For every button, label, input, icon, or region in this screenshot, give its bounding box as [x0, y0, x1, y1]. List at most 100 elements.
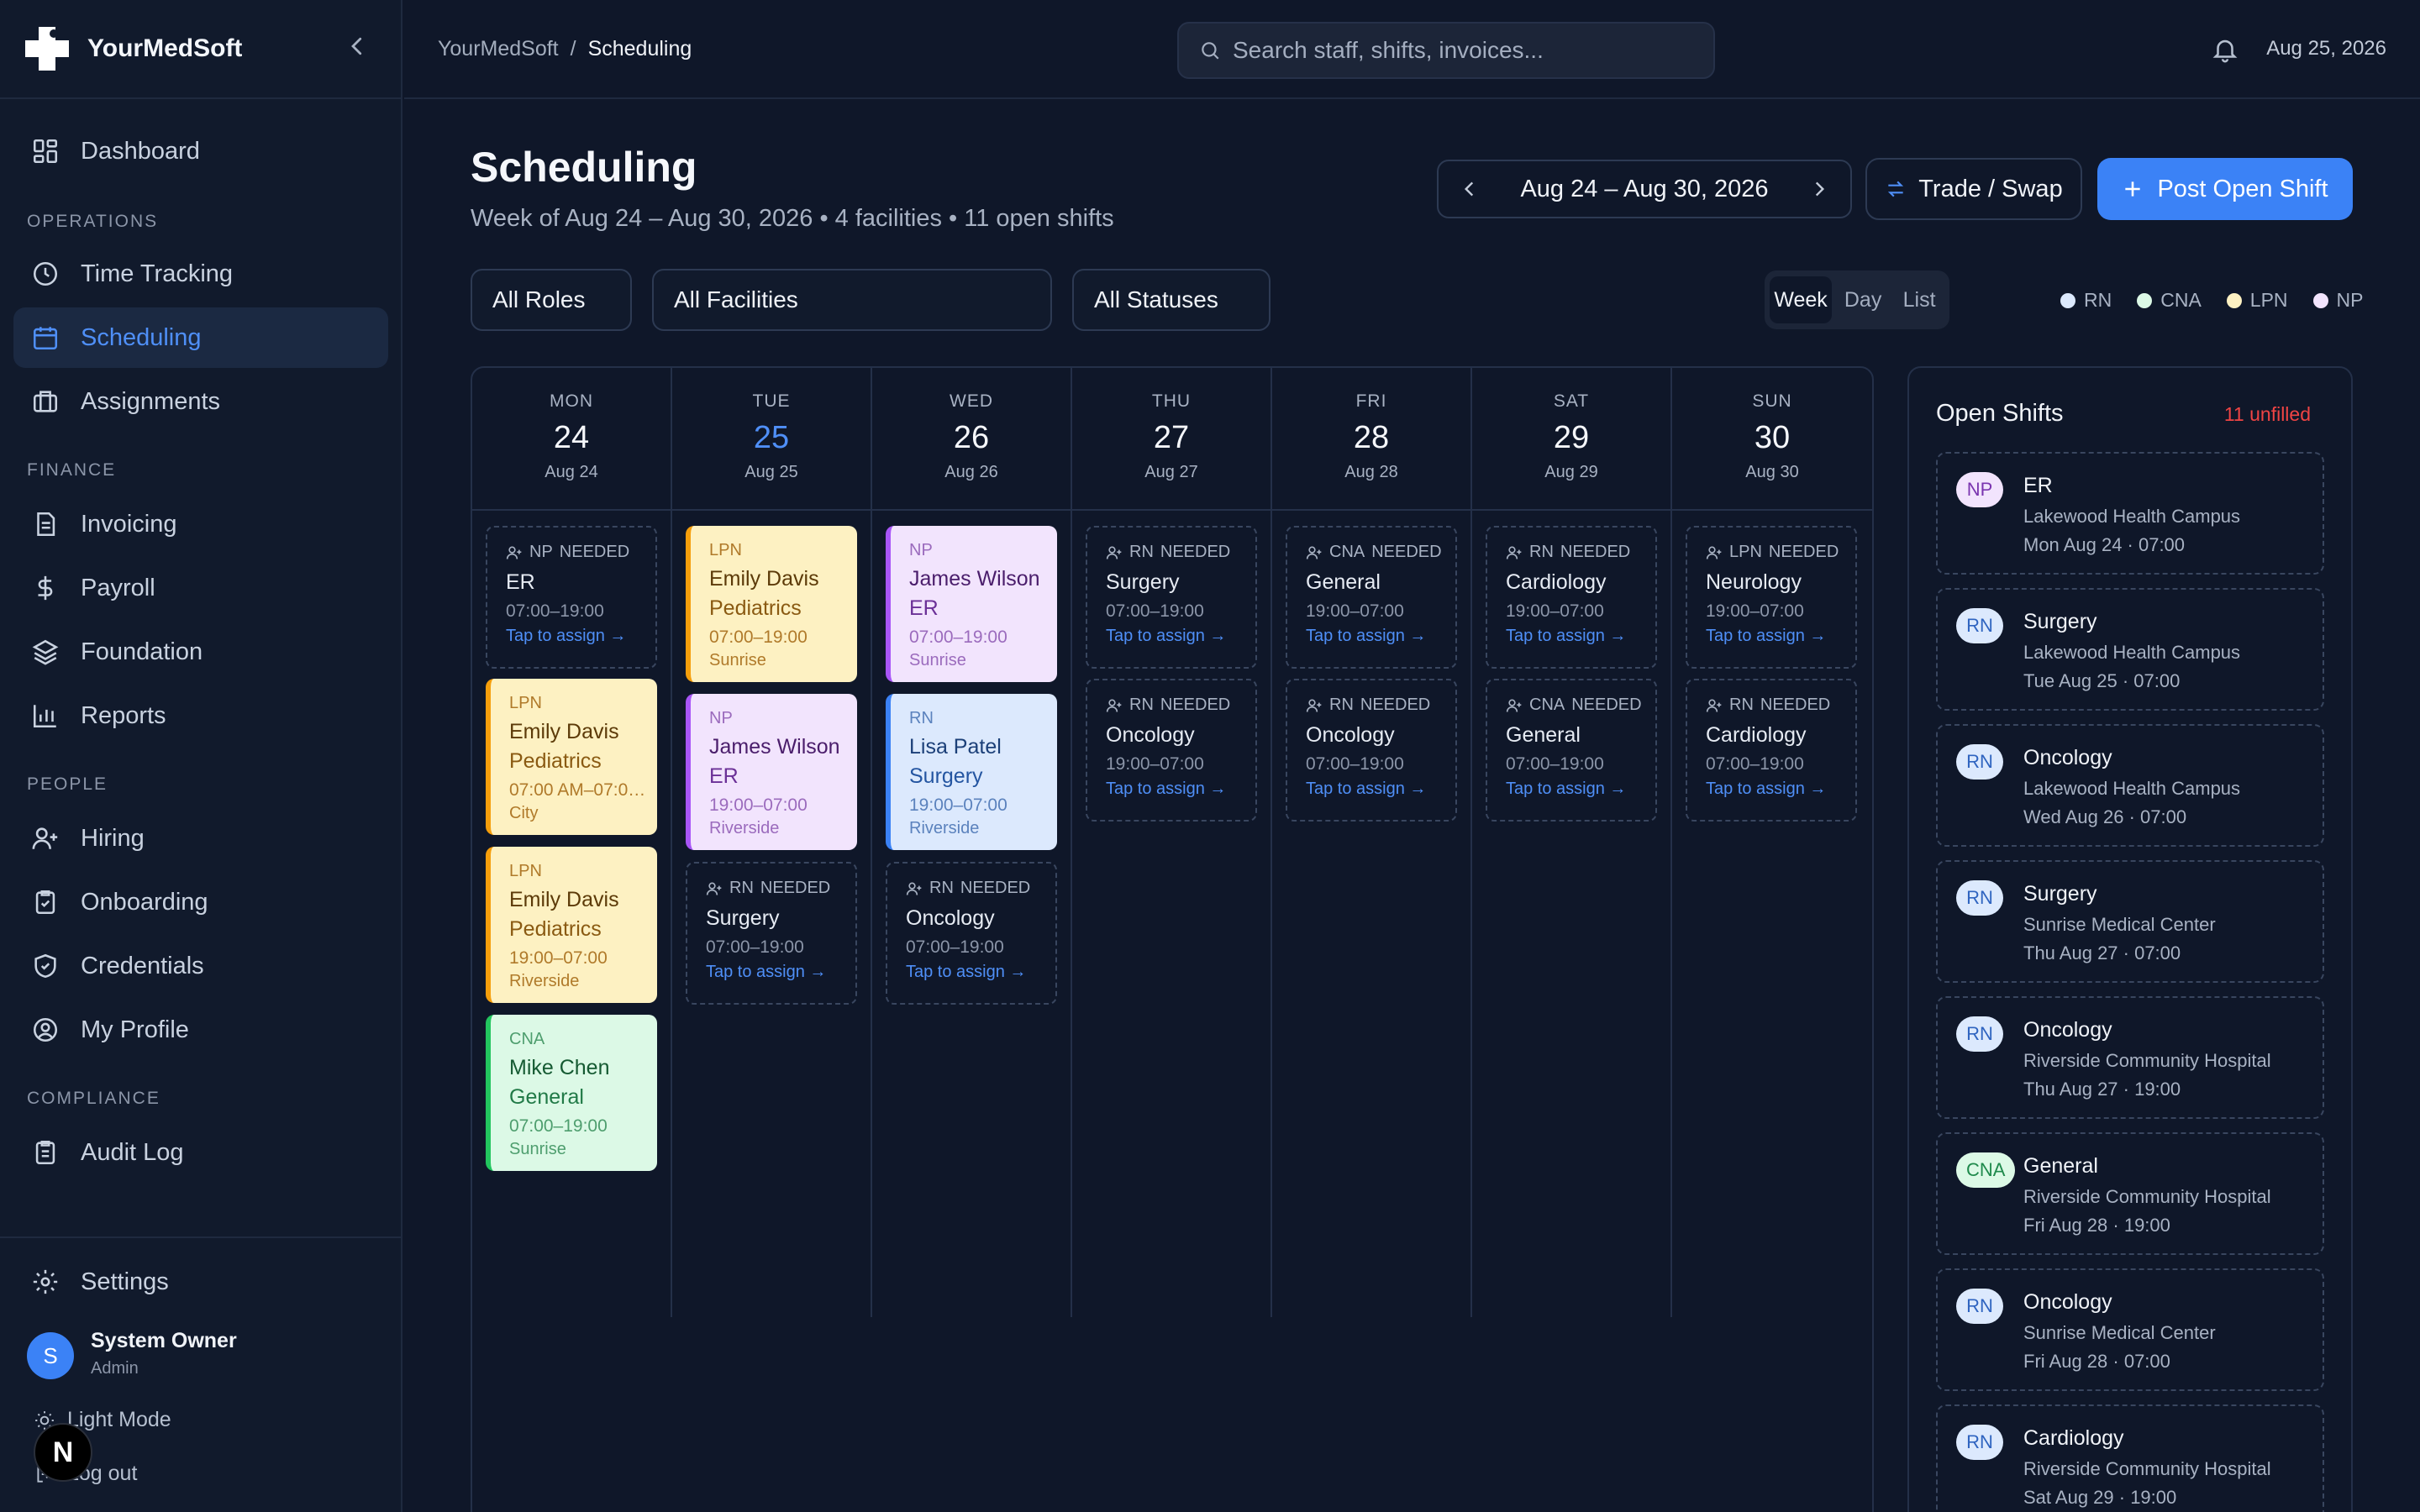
open-shift-item[interactable]: RN Surgery Sunrise Medical Center Thu Aug 2… [1936, 860, 2324, 983]
bar-chart-icon [30, 701, 60, 731]
sidebar-item-label: Audit Log [81, 1138, 184, 1166]
sidebar-item-my-profile[interactable]: My Profile [13, 1000, 388, 1060]
legend-dot [2226, 292, 2242, 308]
open-shift-item[interactable]: RN Oncology Riverside Community Hospital Th… [1936, 996, 2324, 1119]
open-shift-slot[interactable]: RN NEEDED Surgery 07:00–19:00 Tap to assign … [1086, 526, 1257, 669]
open-shift-slot[interactable]: RN NEEDED Oncology 19:00–07:00 Tap to assign… [1086, 679, 1257, 822]
tap-to-assign-link[interactable]: Tap to assign → [1706, 627, 1855, 646]
view-day[interactable]: Day [1832, 276, 1894, 323]
tap-to-assign-link[interactable]: Tap to assign → [506, 627, 655, 646]
clipboard-check-icon [30, 887, 60, 917]
brand[interactable]: YourMedSoft [22, 22, 242, 76]
shift-card[interactable]: CNA Mike Chen General 07:00–19:00 Sunrise [486, 1015, 657, 1171]
collapse-sidebar-icon[interactable] [345, 34, 370, 59]
briefcase-icon [30, 386, 60, 417]
post-open-shift-button[interactable]: Post Open Shift [2097, 158, 2353, 220]
sidebar-item-settings[interactable]: Settings [13, 1252, 388, 1312]
sidebar-item-credentials[interactable]: Credentials [13, 936, 388, 996]
sidebar-item-label: Onboarding [81, 888, 208, 916]
open-shift-slot[interactable]: CNA NEEDED General 07:00–19:00 Tap to assign… [1486, 679, 1657, 822]
day-number: 24 [553, 420, 590, 455]
view-week[interactable]: Week [1770, 276, 1833, 323]
open-shift-department: Oncology [2023, 1290, 2112, 1314]
tap-to-assign-link[interactable]: Tap to assign → [906, 963, 1055, 982]
shift-site: Sunrise [509, 1140, 566, 1158]
sidebar-item-onboarding[interactable]: Onboarding [13, 872, 388, 932]
staff-name: Emily Davis [509, 888, 619, 911]
open-shift-slot[interactable]: RN NEEDED Oncology 07:00–19:00 Tap to assign… [886, 862, 1057, 1005]
open-shift-slot[interactable]: RN NEEDED Oncology 07:00–19:00 Tap to assign… [1286, 679, 1457, 822]
open-shift-facility: Sunrise Medical Center [2023, 1322, 2216, 1343]
open-shift-item[interactable]: RN Oncology Sunrise Medical Center Fri Aug … [1936, 1268, 2324, 1391]
search-box[interactable] [1177, 22, 1715, 79]
shift-card[interactable]: LPN Emily Davis Pediatrics 19:00–07:00 River… [486, 847, 657, 1003]
shift-site: Riverside [509, 972, 580, 990]
open-shift-slot[interactable]: NP NEEDED ER 07:00–19:00 Tap to assign → [486, 526, 657, 669]
sidebar-item-dashboard[interactable]: Dashboard [13, 121, 388, 181]
n-badge[interactable]: N [34, 1423, 92, 1482]
open-shift-item[interactable]: RN Oncology Lakewood Health Campus Wed Aug … [1936, 724, 2324, 847]
day-of-week: WED [950, 391, 993, 411]
view-list[interactable]: List [1894, 276, 1944, 323]
shift-card[interactable]: NP James Wilson ER 07:00–19:00 Sunrise [886, 526, 1057, 682]
shift-card[interactable]: LPN Emily Davis Pediatrics 07:00–19:00 Sunri… [686, 526, 857, 682]
role-badge: RN [1956, 608, 2003, 643]
sidebar-item-hiring[interactable]: Hiring [13, 808, 388, 869]
staff-name: Lisa Patel [909, 735, 1002, 759]
sidebar-item-time-tracking[interactable]: Time Tracking [13, 244, 388, 304]
open-shift-item[interactable]: RN Cardiology Riverside Community Hospital… [1936, 1404, 2324, 1512]
tap-to-assign-link[interactable]: Tap to assign → [1306, 627, 1455, 646]
tap-to-assign-link[interactable]: Tap to assign → [1306, 780, 1455, 799]
sidebar-item-scheduling[interactable]: Scheduling [13, 307, 388, 368]
legend-item: RN [2060, 289, 2112, 312]
shift-card[interactable]: RN Lisa Patel Surgery 19:00–07:00 Riverside [886, 694, 1057, 850]
open-shift-item[interactable]: RN Surgery Lakewood Health Campus Tue Aug 2… [1936, 588, 2324, 711]
sidebar-item-foundation[interactable]: Foundation [13, 622, 388, 682]
chevron-left-icon[interactable] [1459, 178, 1481, 200]
sidebar-item-payroll[interactable]: Payroll [13, 558, 388, 618]
facilities-filter[interactable]: All Facilities [652, 269, 1052, 331]
open-shift-slot[interactable]: RN NEEDED Cardiology 07:00–19:00 Tap to assi… [1686, 679, 1857, 822]
dollar-icon [30, 573, 60, 603]
roles-filter[interactable]: All Roles [471, 269, 632, 331]
day-of-week: FRI [1355, 391, 1387, 411]
open-shift-slot[interactable]: RN NEEDED Surgery 07:00–19:00 Tap to assign … [686, 862, 857, 1005]
shift-role: CNA [509, 1030, 545, 1048]
role-badge: CNA [1956, 1152, 2016, 1188]
sidebar-item-reports[interactable]: Reports [13, 685, 388, 746]
shift-site: City [509, 804, 539, 822]
shift-card[interactable]: LPN Emily Davis Pediatrics 07:00 AM–07:00 P… [486, 679, 657, 835]
chevron-right-icon[interactable] [1808, 178, 1830, 200]
open-shift-item[interactable]: CNA General Riverside Community Hospital Fr… [1936, 1132, 2324, 1255]
statuses-filter[interactable]: All Statuses [1072, 269, 1270, 331]
open-shift-slot[interactable]: RN NEEDED Cardiology 19:00–07:00 Tap to assi… [1486, 526, 1657, 669]
trade-swap-button[interactable]: Trade / Swap [1865, 158, 2082, 220]
sidebar-item-assignments[interactable]: Assignments [13, 371, 388, 432]
shift-time: 19:00–07:00 [1106, 754, 1204, 774]
legend-label: RN [2084, 289, 2112, 311]
tap-to-assign-link[interactable]: Tap to assign → [1106, 627, 1255, 646]
search-input[interactable] [1233, 37, 1686, 64]
open-shift-slot[interactable]: CNA NEEDED General 19:00–07:00 Tap to assign… [1286, 526, 1457, 669]
avatar[interactable]: S [27, 1332, 74, 1379]
day-number: 26 [953, 420, 990, 455]
sidebar-item-invoicing[interactable]: Invoicing [13, 494, 388, 554]
bell-icon[interactable] [2211, 35, 2239, 64]
day-header: TUE 25 Aug 25 [672, 368, 871, 511]
shift-need: RN NEEDED [1506, 543, 1655, 562]
shift-time: 19:00–07:00 [909, 795, 1007, 815]
shift-time: 19:00–07:00 [1706, 601, 1804, 621]
legend-dot [2312, 292, 2328, 308]
tap-to-assign-link[interactable]: Tap to assign → [1506, 780, 1655, 799]
open-shift-slot[interactable]: LPN NEEDED Neurology 19:00–07:00 Tap to assi… [1686, 526, 1857, 669]
sidebar-item-audit-log[interactable]: Audit Log [13, 1122, 388, 1183]
tap-to-assign-link[interactable]: Tap to assign → [1106, 780, 1255, 799]
sidebar-item-label: Payroll [81, 574, 155, 601]
tap-to-assign-link[interactable]: Tap to assign → [1706, 780, 1855, 799]
shift-card[interactable]: NP James Wilson ER 19:00–07:00 Riverside [686, 694, 857, 850]
breadcrumb-home[interactable]: YourMedSoft [438, 37, 559, 61]
open-shift-item[interactable]: NP ER Lakewood Health Campus Mon Aug 24 · 0… [1936, 452, 2324, 575]
tap-to-assign-link[interactable]: Tap to assign → [706, 963, 855, 982]
sidebar-item-label: Reports [81, 701, 166, 729]
tap-to-assign-link[interactable]: Tap to assign → [1506, 627, 1655, 646]
